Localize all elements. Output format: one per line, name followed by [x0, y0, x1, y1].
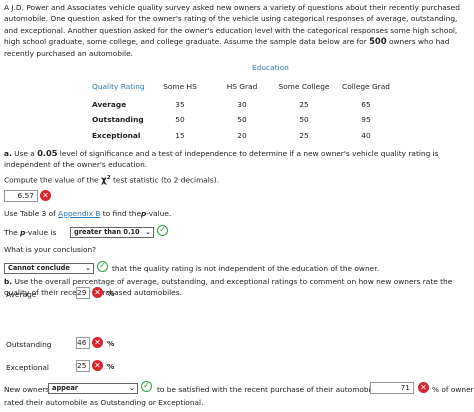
- rating-label-average: Average: [6, 290, 37, 299]
- correct-icon: ✓: [97, 261, 108, 272]
- table-cell: 40: [361, 131, 371, 140]
- part-b-question: b. Use the overall percentage of average…: [4, 276, 472, 299]
- col-header-some-college: Some College: [278, 82, 330, 91]
- compute-instruction: Compute the value of the χ2 test statist…: [4, 175, 219, 185]
- chevron-down-icon: ⌄: [129, 384, 135, 392]
- table-instruction-text-2: to find the: [102, 209, 142, 218]
- row-label-outstanding: Outstanding: [92, 115, 144, 124]
- part-a-prefix: a.: [4, 149, 12, 158]
- conclusion-question: What is your conclusion?: [4, 245, 97, 254]
- table-instruction: Use Table 3 of Appendix B to find thep-v…: [4, 209, 171, 218]
- incorrect-icon: ✕: [92, 287, 103, 298]
- conclusion-text: that the quality rating is not independe…: [112, 264, 379, 273]
- correct-icon: ✓: [141, 381, 152, 392]
- table-cell: 15: [175, 131, 185, 140]
- appendix-b-link[interactable]: Appendix B: [58, 209, 100, 218]
- owners-select[interactable]: appear ⌄: [48, 383, 138, 394]
- table-cell: 30: [237, 100, 247, 109]
- education-header: Education: [252, 63, 289, 72]
- percent-sign: %: [107, 362, 115, 371]
- pvalue-text: The: [4, 228, 18, 237]
- intro-paragraph: A J.D. Power and Associates vehicle qual…: [4, 2, 472, 59]
- col-header-hs-grad: HS Grad: [226, 82, 258, 91]
- compute-text: Compute the value of the: [4, 175, 99, 185]
- percent-sign: %: [107, 339, 115, 348]
- incorrect-icon: ✕: [40, 190, 51, 201]
- table-cell: 25: [299, 100, 309, 109]
- final-text: rated their automobile as Outstanding or…: [4, 398, 204, 407]
- chevron-down-icon: ⌄: [85, 264, 91, 272]
- chi-superscript: 2: [106, 175, 111, 181]
- table-cell: 25: [299, 131, 309, 140]
- satisfied-text: to be satisfied with the recent purchase…: [157, 385, 380, 394]
- rating-label-exceptional: Exceptional: [6, 363, 49, 372]
- rating-label-outstanding: Outstanding: [6, 340, 52, 349]
- pvalue-select-value: greater than 0.10: [74, 228, 140, 236]
- table-cell: 50: [299, 115, 309, 124]
- part-a-text: Use a: [14, 149, 35, 158]
- intro-count: 500: [369, 36, 387, 47]
- row-label-exceptional: Exceptional: [92, 131, 141, 140]
- average-percent-input[interactable]: 29: [76, 287, 90, 299]
- percent-owners-text: % of owners: [432, 385, 474, 394]
- table-cell: 65: [361, 100, 371, 109]
- percent-sign: %: [107, 289, 115, 298]
- incorrect-icon: ✕: [418, 382, 429, 393]
- col-header-college-grad: College Grad: [342, 82, 390, 91]
- pvalue-text-2: -value is: [25, 228, 57, 237]
- exceptional-percent-input[interactable]: 25: [76, 360, 90, 372]
- owners-select-value: appear: [52, 384, 79, 392]
- table-cell: 95: [361, 115, 371, 124]
- conclusion-select[interactable]: Cannot conclude ⌄: [4, 263, 94, 274]
- pvalue-select[interactable]: greater than 0.10 ⌄: [70, 227, 154, 238]
- part-b-text: Use the overall percentage of average, o…: [4, 277, 453, 298]
- part-a-text-2: level of significance and a test of inde…: [4, 149, 439, 170]
- chevron-down-icon: ⌄: [145, 228, 151, 236]
- alpha-value: 0.05: [37, 148, 58, 158]
- quality-rating-header: Quality Rating: [92, 82, 145, 91]
- chi-square-input[interactable]: 6.57: [4, 190, 38, 202]
- table-instruction-text: Use Table 3 of: [4, 209, 56, 218]
- percent-owners-input[interactable]: 71: [370, 382, 414, 394]
- incorrect-icon: ✕: [92, 337, 103, 348]
- new-owners-label: New owners: [4, 385, 50, 394]
- table-instruction-text-3: -value.: [146, 209, 172, 218]
- correct-icon: ✓: [157, 225, 168, 236]
- part-b-prefix: b.: [4, 277, 13, 286]
- table-cell: 50: [175, 115, 185, 124]
- part-a-question: a. Use a 0.05 level of significance and …: [4, 148, 472, 171]
- conclusion-select-value: Cannot conclude: [8, 264, 70, 272]
- compute-end-text: test statistic (to 2 decimals).: [113, 175, 219, 185]
- incorrect-icon: ✕: [92, 360, 103, 371]
- table-cell: 35: [175, 100, 185, 109]
- outstanding-percent-input[interactable]: 46: [76, 337, 90, 349]
- pvalue-line: The p-value is: [4, 228, 56, 237]
- col-header-some-hs: Some HS: [163, 82, 197, 91]
- table-cell: 50: [237, 115, 247, 124]
- row-label-average: Average: [92, 100, 127, 109]
- table-cell: 20: [237, 131, 247, 140]
